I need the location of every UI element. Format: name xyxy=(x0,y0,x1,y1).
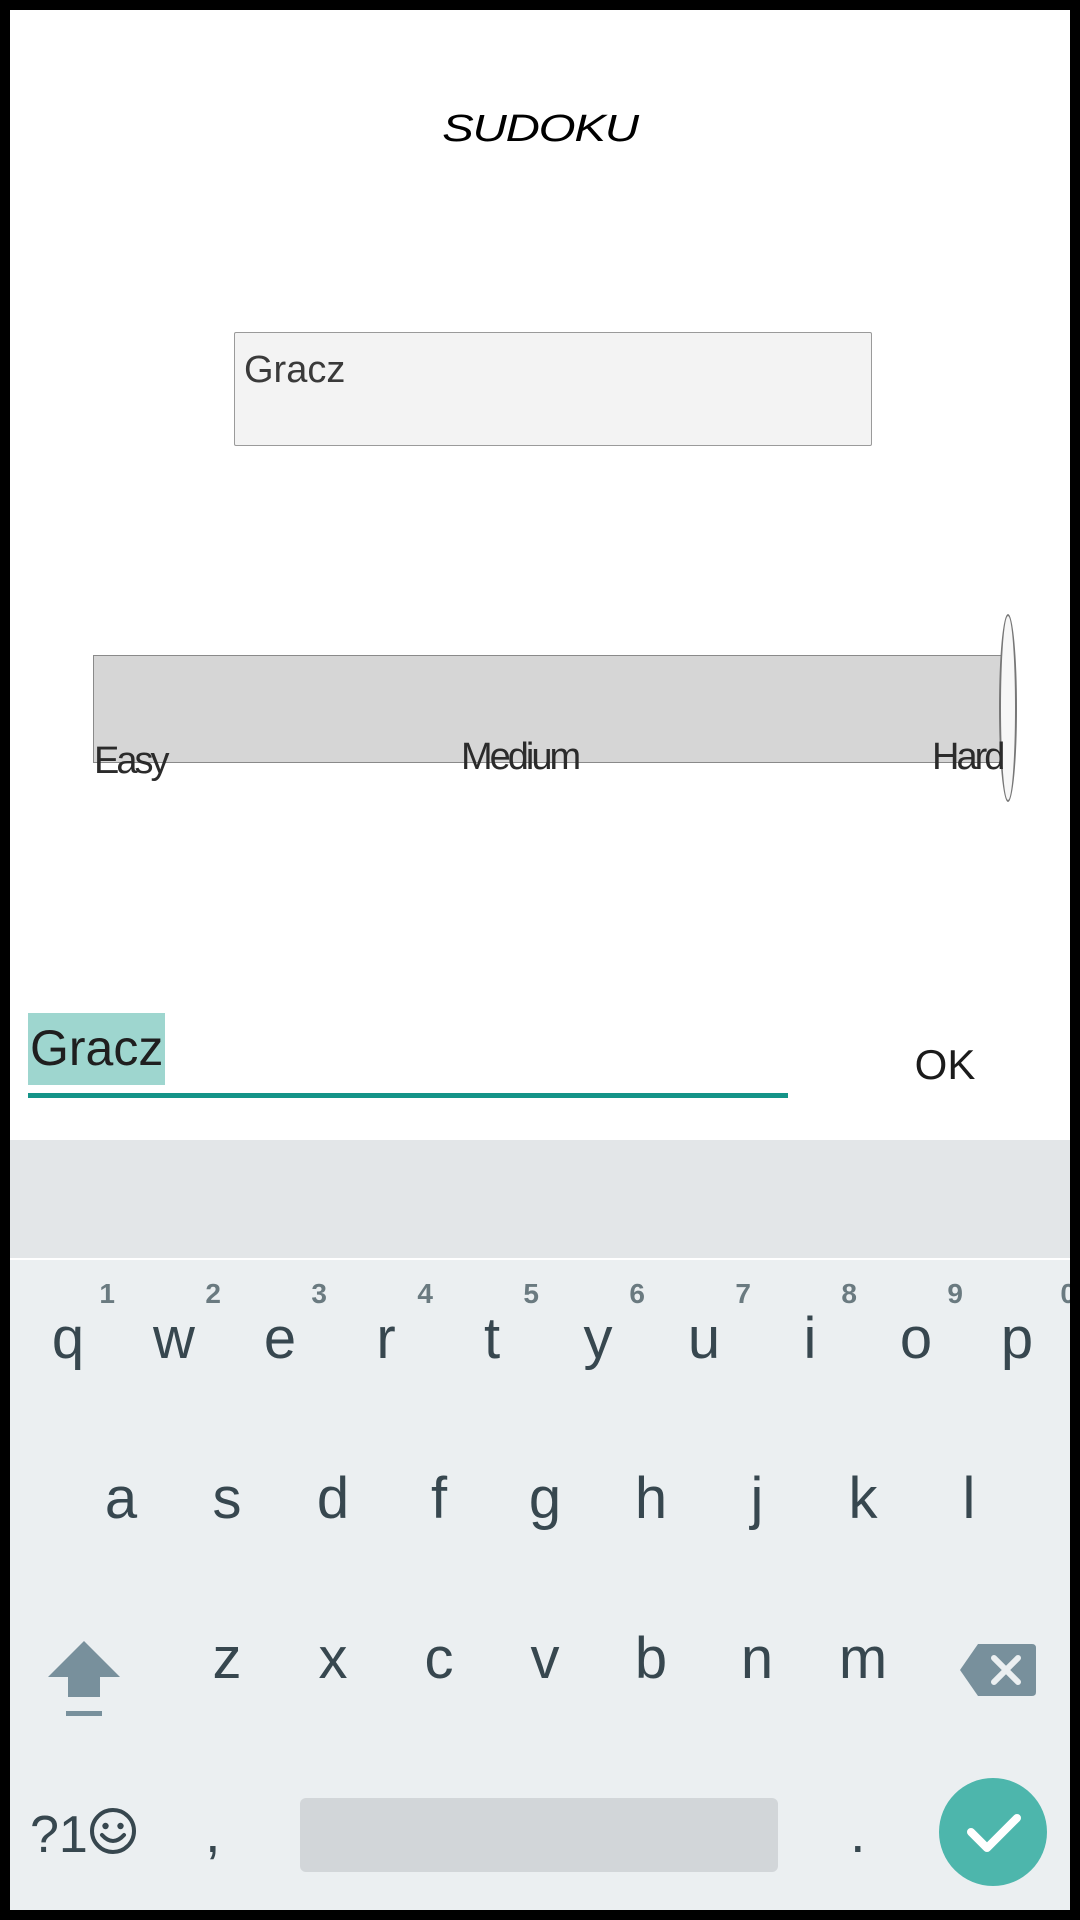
key-b[interactable]: b xyxy=(598,1580,704,1720)
app-screen: SUDOKU Gracz Easy Medium Hard Gracz OK 1… xyxy=(10,10,1070,1910)
key-x[interactable]: x xyxy=(280,1580,386,1720)
app-title: SUDOKU xyxy=(442,108,639,150)
key-v[interactable]: v xyxy=(492,1580,598,1720)
key-j[interactable]: j xyxy=(704,1420,810,1560)
key-k[interactable]: k xyxy=(810,1420,916,1560)
key-d[interactable]: d xyxy=(280,1420,386,1560)
enter-key[interactable] xyxy=(939,1778,1047,1886)
key-r[interactable]: 4 r xyxy=(333,1260,439,1400)
key-i[interactable]: 8 i xyxy=(757,1260,863,1400)
difficulty-label-hard: Hard xyxy=(932,736,1005,778)
player-name-text: Gracz xyxy=(244,349,346,391)
key-p[interactable]: 0 p xyxy=(964,1260,1070,1400)
player-name-display[interactable]: Gracz xyxy=(234,332,872,446)
difficulty-label-easy: Easy xyxy=(94,740,170,782)
ok-button[interactable]: OK xyxy=(890,1030,1000,1100)
key-f[interactable]: f xyxy=(386,1420,492,1560)
key-t[interactable]: 5 t xyxy=(439,1260,545,1400)
key-o[interactable]: 9 o xyxy=(863,1260,969,1400)
key-m[interactable]: m xyxy=(810,1580,916,1720)
key-q[interactable]: 1 q xyxy=(15,1260,121,1400)
symbols-key[interactable]: ?1 xyxy=(30,1805,88,1865)
emoji-icon[interactable] xyxy=(88,1806,138,1856)
difficulty-label-medium: Medium xyxy=(461,736,581,778)
backspace-icon[interactable] xyxy=(958,1640,1038,1700)
key-l[interactable]: l xyxy=(916,1420,1022,1560)
key-y[interactable]: 6 y xyxy=(545,1260,651,1400)
key-h[interactable]: h xyxy=(598,1420,704,1560)
space-key[interactable] xyxy=(300,1798,778,1872)
key-z[interactable]: z xyxy=(174,1580,280,1720)
check-icon xyxy=(967,1814,1021,1852)
key-u[interactable]: 7 u xyxy=(651,1260,757,1400)
period-key[interactable]: . xyxy=(850,1800,866,1865)
name-input-value: Gracz xyxy=(28,1013,166,1085)
key-a[interactable]: a xyxy=(68,1420,174,1560)
key-s[interactable]: s xyxy=(174,1420,280,1560)
key-e[interactable]: 3 e xyxy=(227,1260,333,1400)
key-n[interactable]: n xyxy=(704,1580,810,1720)
key-w[interactable]: 2 w xyxy=(121,1260,227,1400)
comma-key[interactable]: , xyxy=(205,1800,221,1865)
name-input[interactable]: Gracz xyxy=(28,1013,788,1103)
name-input-underline xyxy=(28,1093,788,1098)
keyboard-suggestion-strip xyxy=(10,1140,1070,1258)
key-g[interactable]: g xyxy=(492,1420,598,1560)
key-c[interactable]: c xyxy=(386,1580,492,1720)
shift-icon[interactable] xyxy=(44,1635,124,1725)
